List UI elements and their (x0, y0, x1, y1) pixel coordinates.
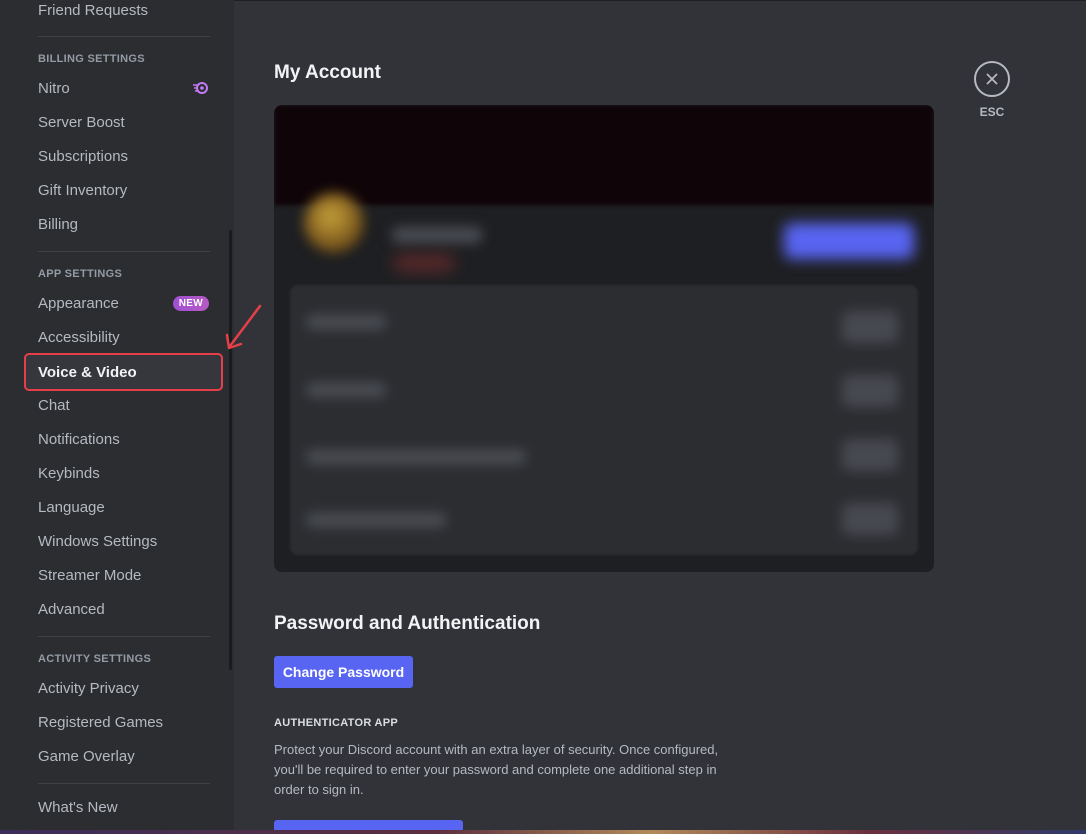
sidebar-item-label: Keybinds (38, 464, 100, 482)
billing-settings-header: BILLING SETTINGS (38, 53, 145, 65)
sidebar-item-friend-requests[interactable]: Friend Requests (26, 0, 221, 27)
sidebar-item-language[interactable]: Language (26, 490, 221, 524)
app-settings-header: APP SETTINGS (38, 268, 123, 280)
password-auth-title: Password and Authentication (274, 613, 541, 634)
edit-field-button[interactable] (842, 375, 898, 407)
sidebar-item-nitro[interactable]: Nitro (26, 71, 221, 105)
close-button[interactable] (974, 61, 1010, 97)
sidebar-item-keybinds[interactable]: Keybinds (26, 456, 221, 490)
sidebar-item-label: Registered Games (38, 713, 164, 731)
sidebar-item-server-boost[interactable]: Server Boost (26, 105, 221, 139)
sidebar-item-label: Gift Inventory (38, 181, 128, 199)
blurred-field-label (306, 383, 386, 397)
sidebar-item-subscriptions[interactable]: Subscriptions (26, 139, 221, 173)
sidebar-item-label: Game Overlay (38, 747, 135, 765)
profile-banner (274, 105, 934, 205)
sidebar-item-label: Subscriptions (38, 147, 129, 165)
sidebar-item-label: Chat (38, 396, 70, 414)
sidebar-item-label: Billing (38, 215, 79, 233)
sidebar-item-accessibility[interactable]: Accessibility (26, 320, 221, 354)
sidebar-item-voice-video[interactable]: Voice & Video (24, 353, 223, 391)
edit-field-button[interactable] (842, 439, 898, 471)
authenticator-app-header: AUTHENTICATOR APP (274, 717, 399, 729)
settings-sidebar: Friend Requests BILLING SETTINGS Nitro S… (0, 0, 234, 834)
sidebar-item-label: Accessibility (38, 328, 120, 346)
close-icon (986, 73, 998, 85)
edit-field-button[interactable] (842, 503, 898, 535)
sidebar-item-whats-new[interactable]: What's New (26, 790, 221, 824)
sidebar-item-label: Server Boost (38, 113, 125, 131)
activity-settings-header: ACTIVITY SETTINGS (38, 653, 152, 665)
sidebar-item-label: Voice & Video (38, 363, 137, 381)
sidebar-item-label: Streamer Mode (38, 566, 142, 584)
sidebar-item-billing[interactable]: Billing (26, 207, 221, 241)
settings-content: My Account Password and Authentication C… (234, 0, 1086, 834)
sidebar-item-appearance[interactable]: Appearance NEW (26, 286, 221, 320)
sidebar-item-streamer-mode[interactable]: Streamer Mode (26, 558, 221, 592)
blurred-field-label (306, 315, 386, 329)
settings-window: Friend Requests BILLING SETTINGS Nitro S… (0, 0, 1086, 834)
sidebar-item-label: Notifications (38, 430, 120, 448)
edit-profile-button[interactable] (784, 223, 914, 259)
nitro-icon (193, 81, 209, 95)
sidebar-scrollbar[interactable] (229, 230, 232, 670)
sidebar-item-label: Activity Privacy (38, 679, 139, 697)
blurred-badges (394, 255, 454, 271)
sidebar-item-label: Advanced (38, 600, 105, 618)
sidebar-item-registered-games[interactable]: Registered Games (26, 705, 221, 739)
sidebar-divider (38, 251, 210, 252)
avatar[interactable] (304, 193, 364, 253)
sidebar-item-game-overlay[interactable]: Game Overlay (26, 739, 221, 773)
sidebar-divider (38, 636, 210, 637)
blurred-field-label (306, 513, 446, 527)
page-title: My Account (274, 62, 381, 83)
sidebar-divider (38, 783, 210, 784)
sidebar-item-label: Language (38, 498, 105, 516)
account-profile-card (274, 105, 934, 572)
blurred-username (392, 227, 482, 243)
blurred-field-label (306, 450, 526, 464)
sidebar-item-windows-settings[interactable]: Windows Settings (26, 524, 221, 558)
edit-field-button[interactable] (842, 311, 898, 343)
sidebar-item-label: What's New (38, 798, 118, 816)
authenticator-description: Protect your Discord account with an ext… (274, 742, 719, 797)
new-badge: NEW (172, 295, 209, 311)
sidebar-divider (38, 36, 210, 37)
sidebar-item-activity-privacy[interactable]: Activity Privacy (26, 671, 221, 705)
taskbar-edge (0, 830, 1086, 834)
sidebar-item-label: Nitro (38, 79, 70, 97)
sidebar-item-label: Friend Requests (38, 1, 149, 19)
sidebar-item-advanced[interactable]: Advanced (26, 592, 221, 626)
sidebar-item-chat[interactable]: Chat (26, 388, 221, 422)
change-password-button[interactable]: Change Password (274, 656, 413, 688)
sidebar-item-notifications[interactable]: Notifications (26, 422, 221, 456)
sidebar-item-label: Appearance (38, 294, 119, 312)
sidebar-item-label: Windows Settings (38, 532, 158, 550)
sidebar-item-gift-inventory[interactable]: Gift Inventory (26, 173, 221, 207)
esc-label: ESC (979, 105, 1005, 119)
